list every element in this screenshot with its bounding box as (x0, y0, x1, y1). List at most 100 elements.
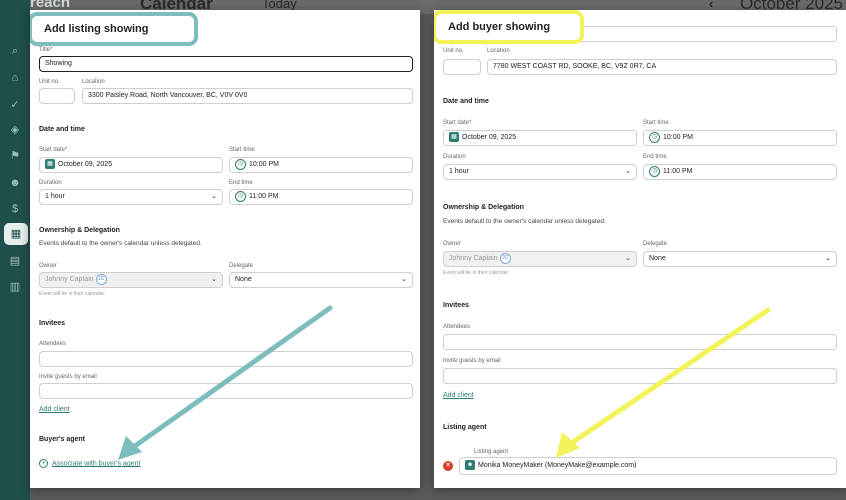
listing-agent-heading: Listing agent (443, 424, 487, 431)
ownership-note: Events default to the owner's calendar u… (443, 218, 606, 225)
owner-select: Johnny Captain JC ⌄ (39, 272, 223, 288)
listing-agent-label: Listing agent (472, 449, 511, 455)
people-icon: ☻ (465, 460, 475, 471)
chevron-down-icon: ⌄ (625, 255, 631, 262)
duration-value: 1 hour (45, 193, 65, 200)
invite-email-label: Invite guests by email (39, 374, 97, 380)
chevron-down-icon: ⌄ (211, 193, 217, 200)
unit-no-label: Unit no. (443, 48, 464, 54)
start-date-label: Start date* (39, 147, 68, 153)
owner-label: Owner (443, 241, 461, 247)
dialog-title: Add listing showing (30, 12, 198, 46)
duration-select[interactable]: 1 hour ⌄ (443, 164, 637, 180)
duration-select[interactable]: 1 hour ⌄ (39, 189, 223, 205)
owner-label: Owner (39, 263, 57, 269)
location-input[interactable]: 3300 Paisley Road, North Vancouver, BC, … (82, 88, 413, 104)
associate-buyers-agent-button[interactable]: + Associate with buyer's agent (39, 459, 141, 468)
delegate-select[interactable]: None ⌄ (643, 251, 837, 267)
people-icon[interactable]: ☻ (9, 177, 21, 189)
check-icon[interactable]: ✓ (9, 99, 21, 111)
start-time-label: Start time (643, 120, 669, 126)
delegate-value: None (649, 255, 666, 262)
dollar-icon[interactable]: $ (9, 203, 21, 215)
listing-agent-value: Monika MoneyMaker (MoneyMake@example.com… (478, 462, 637, 469)
clock-icon: ◷ (649, 165, 660, 177)
delegate-label: Delegate (643, 241, 668, 247)
invitees-heading: Invitees (39, 320, 66, 327)
flag-icon[interactable]: ⚑ (9, 150, 21, 162)
chevron-down-icon: ⌄ (825, 255, 831, 262)
start-time-value: 10:00 PM (663, 134, 693, 141)
clock-icon: ◷ (235, 190, 246, 202)
end-time-label: End time (229, 180, 253, 186)
chart-icon[interactable]: ▥ (9, 281, 21, 293)
chevron-down-icon: ⌄ (401, 276, 407, 283)
calendar-icon[interactable]: ▦ (4, 223, 28, 245)
clock-icon: ◷ (649, 131, 660, 143)
owner-hint: Event will be in their calendar. (443, 270, 510, 276)
owner-select: Johnny Captain JC ⌄ (443, 251, 637, 267)
owner-value: Johnny Captain (449, 255, 498, 262)
delegate-label: Delegate (229, 263, 254, 269)
delegate-select[interactable]: None ⌄ (229, 272, 413, 288)
add-client-link[interactable]: Add client (443, 392, 474, 399)
home-icon[interactable]: ⌂ (9, 72, 21, 84)
plus-circle-icon: + (39, 459, 48, 468)
start-date-input[interactable]: ▦ October 09, 2025 (39, 157, 223, 173)
invite-email-input[interactable] (443, 368, 837, 384)
delegate-value: None (235, 276, 252, 283)
search-icon[interactable]: ⌕ (9, 45, 21, 57)
owner-avatar: JC (95, 273, 107, 285)
owner-hint: Event will be in their calendar. (39, 291, 106, 297)
invite-email-input[interactable] (39, 383, 413, 399)
end-time-input[interactable]: ◷ 11:00 PM (229, 189, 413, 205)
end-time-input[interactable]: ◷ 11:00 PM (643, 164, 837, 180)
app-sidebar: ⌕ ⌂ ✓ ◈ ⚑ ☻ $ ▦ ▤ ▥ (0, 0, 30, 500)
start-date-value: October 09, 2025 (462, 134, 517, 141)
ownership-heading: Ownership & Delegation (39, 227, 120, 234)
add-client-link[interactable]: Add client (39, 406, 70, 413)
remove-agent-icon[interactable]: ✕ (443, 461, 453, 471)
tag-icon[interactable]: ◈ (9, 124, 21, 136)
start-time-label: Start time (229, 147, 255, 153)
unit-no-label: Unit no. (39, 79, 60, 85)
owner-avatar: JC (499, 252, 511, 264)
location-label: Location (82, 79, 105, 85)
location-input[interactable]: 7780 WEST COAST RD, SOOKE, BC, V9Z 0R7, … (487, 59, 837, 75)
duration-label: Duration (443, 154, 466, 160)
owner-value: Johnny Captain (45, 276, 94, 283)
unit-no-input[interactable] (39, 88, 75, 104)
end-time-label: End time (643, 154, 667, 160)
start-time-input[interactable]: ◷ 10:00 PM (229, 157, 413, 173)
unit-no-input[interactable] (443, 59, 481, 75)
date-time-heading: Date and time (39, 126, 85, 133)
end-time-value: 11:00 PM (249, 193, 279, 200)
start-time-input[interactable]: ◷ 10:00 PM (643, 130, 837, 146)
listing-agent-field[interactable]: ☻ Monika MoneyMaker (MoneyMake@example.co… (459, 457, 837, 475)
duration-value: 1 hour (449, 168, 469, 175)
location-label: Location (487, 48, 510, 54)
chevron-down-icon: ⌄ (211, 276, 217, 283)
document-icon[interactable]: ▤ (9, 255, 21, 267)
invitees-heading: Invitees (443, 302, 470, 309)
start-date-value: October 09, 2025 (58, 161, 113, 168)
duration-label: Duration (39, 180, 62, 186)
attendees-input[interactable] (39, 351, 413, 367)
add-listing-showing-dialog: Add listing showing Title* Showing Unit … (30, 10, 420, 488)
ownership-note: Events default to the owner's calendar u… (39, 240, 202, 247)
invite-email-label: Invite guests by email (443, 358, 501, 364)
add-buyer-showing-dialog: Add buyer showing Unit no. Location 7780… (434, 10, 846, 488)
title-input[interactable]: Showing (39, 56, 413, 72)
ownership-heading: Ownership & Delegation (443, 204, 524, 211)
calendar-icon: ▦ (45, 159, 55, 170)
dialog-title: Add buyer showing (434, 10, 584, 44)
start-date-label: Start date* (443, 120, 472, 126)
attendees-input[interactable] (443, 334, 837, 350)
buyers-agent-heading: Buyer's agent (39, 436, 86, 443)
start-time-value: 10:00 PM (249, 161, 279, 168)
attendees-label: Attendees (443, 324, 471, 330)
associate-label: Associate with buyer's agent (52, 460, 141, 468)
chevron-down-icon: ⌄ (625, 168, 631, 175)
start-date-input[interactable]: ▦ October 09, 2025 (443, 130, 637, 146)
title-label: Title* (39, 47, 53, 53)
